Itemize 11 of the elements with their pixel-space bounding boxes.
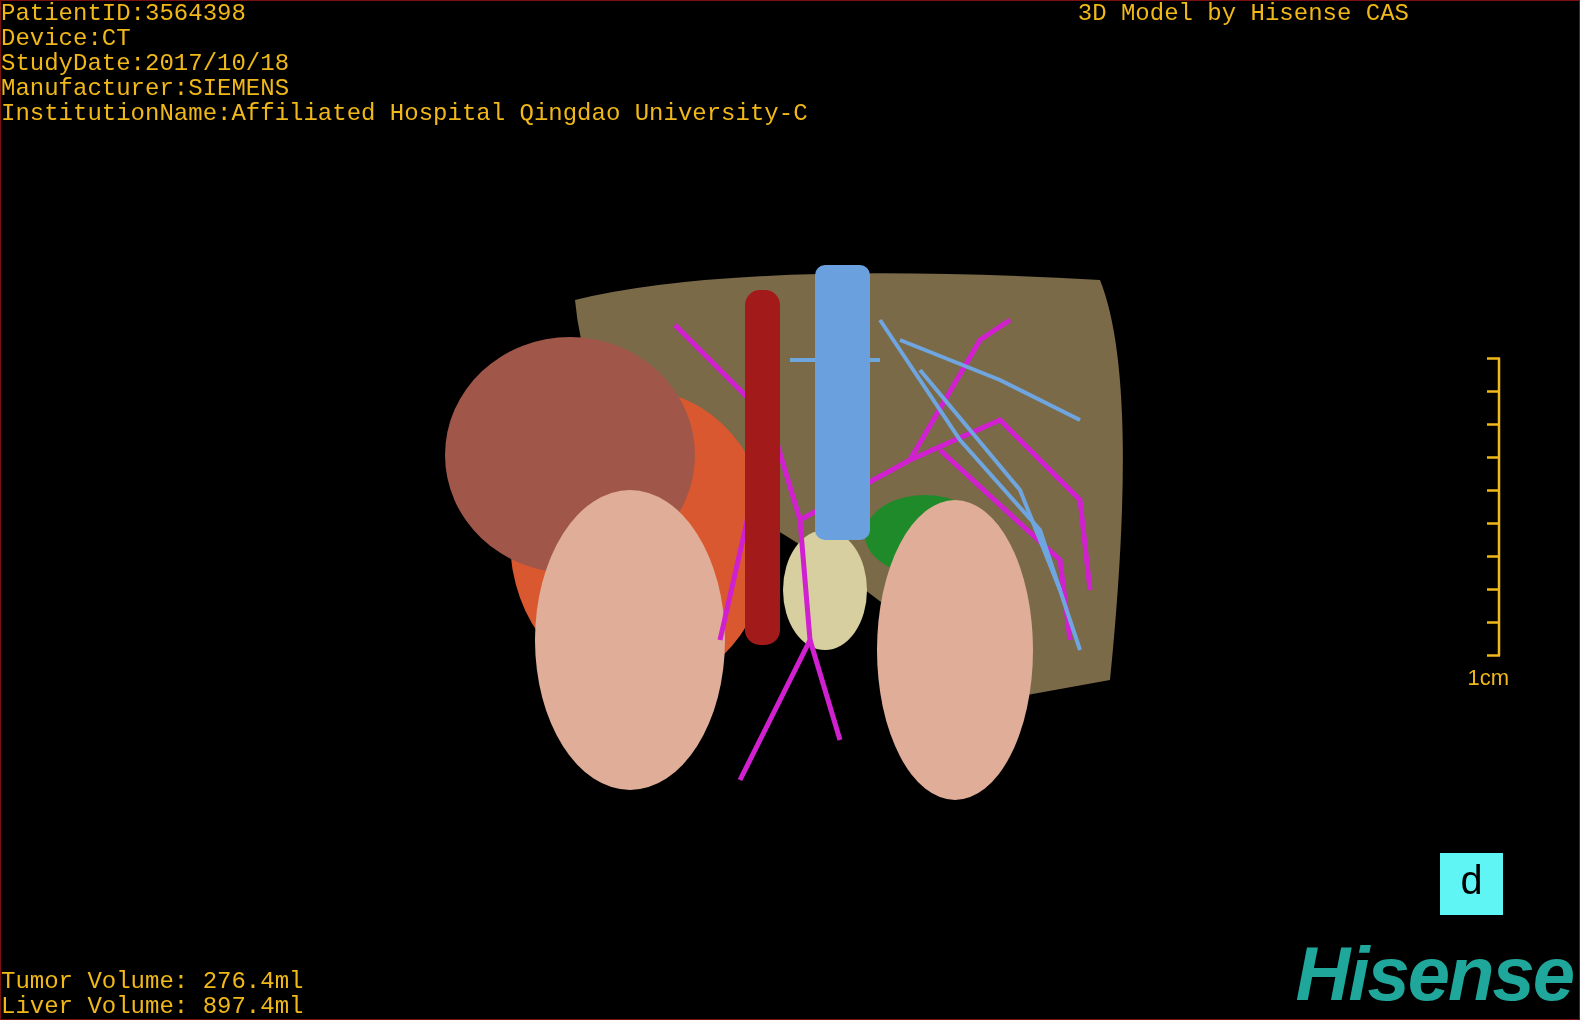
study-info-line: Manufacturer:SIEMENS — [1, 76, 291, 101]
study-info-line: InstitutionName:Affiliated Hospital Qingdao University-C — [1, 101, 808, 126]
study-info-line: Device:CT — [1, 26, 132, 51]
view-button[interactable]: d — [1440, 853, 1503, 915]
study-info-line: StudyDate:2017/10/18 — [1, 51, 291, 76]
volume-reading: Liver Volume: 897.4ml — [1, 994, 304, 1019]
brand-logo: Hisense — [1295, 935, 1574, 1013]
model-title: 3D Model by Hisense CAS — [1077, 1, 1409, 29]
study-info-line: PatientID:3564398 — [1, 1, 247, 26]
volume-reading: Tumor Volume: 276.4ml — [1, 969, 304, 994]
scale-label: 1cm — [1467, 663, 1509, 692]
